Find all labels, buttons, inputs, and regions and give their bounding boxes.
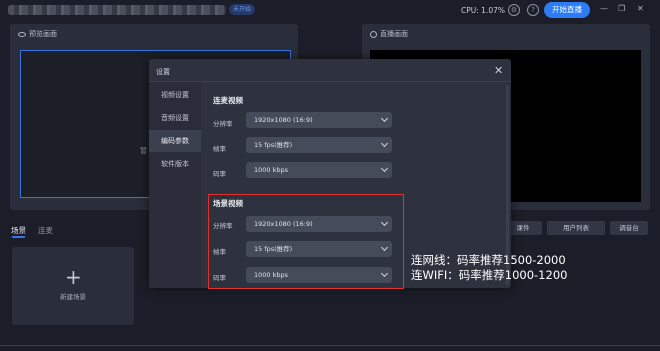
mic-bitrate-select[interactable]: 1000 kbps (246, 162, 392, 178)
mic-framerate-label: 帧率 (213, 145, 226, 153)
minimize-icon[interactable]: — (600, 4, 608, 13)
settings-gear-icon[interactable]: ⚙ (508, 4, 520, 16)
chevron-down-icon (380, 114, 389, 123)
preview-panel-title: 预览画面 (18, 29, 57, 39)
mic-framerate-value: 15 fps(推荐) (254, 141, 293, 149)
dialog-title: 设置 (156, 68, 170, 76)
active-tab-indicator (12, 236, 25, 238)
annotation-wired: 连网线：码率推荐1500-2000 (411, 253, 566, 267)
tab-mic[interactable]: 连麦 (38, 225, 53, 236)
nav-encoding-params[interactable]: 编码参数 (149, 130, 201, 152)
live-title-text: 直播画面 (380, 30, 408, 38)
mic-resolution-value: 1920x1080 (16:9) (254, 116, 313, 124)
live-screen-icon (370, 30, 377, 38)
nav-video-settings[interactable]: 视频设置 (149, 84, 201, 106)
tab-scenes[interactable]: 场景 (11, 225, 26, 236)
mic-bitrate-value: 1000 kbps (254, 166, 289, 174)
cpu-usage: CPU: 1.07% (461, 6, 505, 15)
settings-nav: 视频设置 音频设置 编码参数 软件版本 (149, 82, 201, 288)
mic-resolution-label: 分辨率 (213, 120, 233, 128)
scene-video-highlight (208, 194, 404, 289)
nav-audio-settings[interactable]: 音频设置 (149, 107, 201, 129)
chevron-down-icon (380, 164, 389, 173)
plus-icon: + (65, 265, 82, 289)
mic-bitrate-label: 码率 (213, 170, 226, 178)
live-panel-title: 直播画面 (370, 29, 408, 39)
mic-resolution-select[interactable]: 1920x1080 (16:9) (246, 112, 392, 128)
maximize-icon[interactable]: ❐ (618, 4, 625, 13)
dialog-close-icon[interactable]: ✕ (494, 64, 503, 77)
mic-video-section-title: 连麦视频 (213, 96, 243, 105)
chevron-down-icon (380, 139, 389, 148)
new-scene-label: 新建场景 (60, 293, 86, 301)
help-icon[interactable]: ? (527, 4, 539, 16)
eye-icon (18, 31, 26, 37)
new-scene-button[interactable]: + 新建场景 (12, 247, 134, 325)
mixer-button[interactable]: 调音台 (610, 221, 648, 235)
top-bar: 未开始 CPU: 1.07% ⚙ ? 开始直播 — ❐ ✕ (0, 0, 660, 20)
annotation-wifi: 连WIFI：码率推荐1000-1200 (411, 268, 568, 282)
blurred-room-title (8, 5, 226, 15)
window-close-icon[interactable]: ✕ (637, 4, 644, 13)
preview-title-text: 预览画面 (29, 30, 57, 38)
nav-software-version[interactable]: 软件版本 (149, 153, 201, 175)
mic-framerate-select[interactable]: 15 fps(推荐) (246, 137, 392, 153)
live-status-badge: 未开始 (229, 4, 256, 15)
user-list-button[interactable]: 用户列表 (547, 221, 605, 235)
bottom-divider (0, 345, 660, 346)
start-live-button[interactable]: 开始直播 (544, 2, 590, 18)
preview-hint-text: 暂 (140, 147, 147, 155)
dialog-header: 设置 ✕ (149, 59, 511, 82)
